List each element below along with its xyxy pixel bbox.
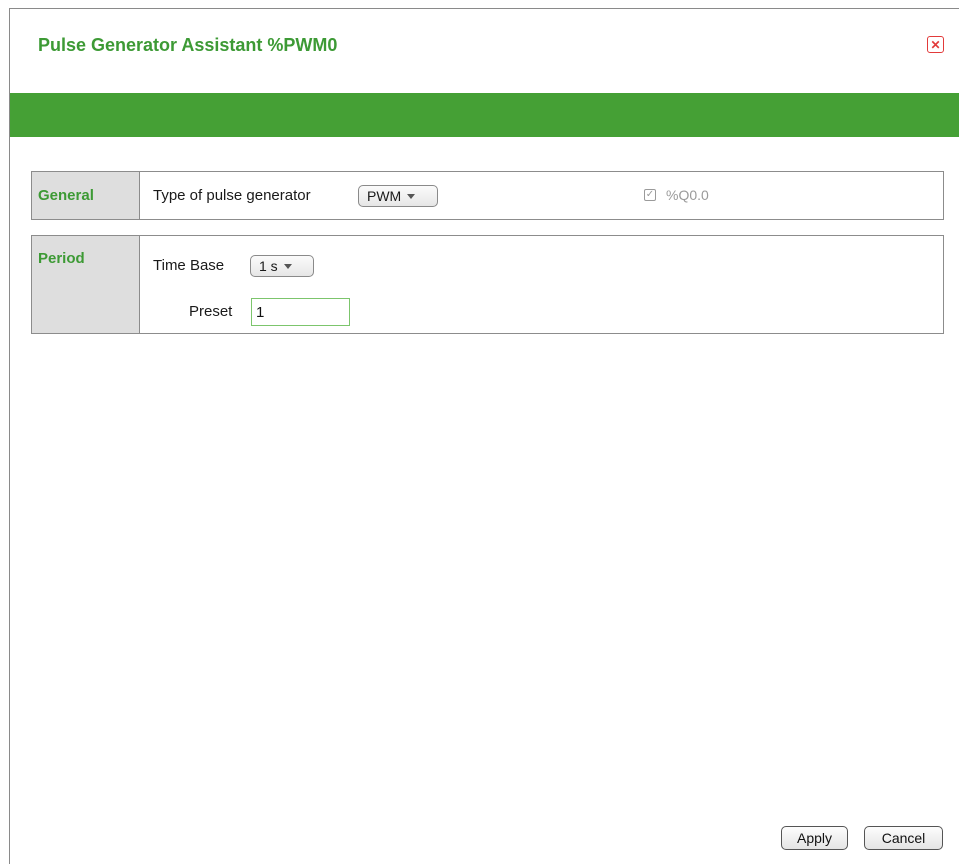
pulse-type-value: PWM (367, 188, 402, 204)
general-section-label: General (32, 172, 140, 219)
pulse-generator-dialog: Pulse Generator Assistant %PWM0 ✕ Genera… (9, 8, 959, 864)
header-bar (10, 93, 959, 137)
output-checkbox-group: ✓ %Q0.0 (644, 187, 709, 203)
preset-label: Preset (189, 303, 233, 320)
close-button[interactable]: ✕ (927, 36, 944, 53)
chevron-down-icon (407, 193, 416, 199)
preset-input[interactable] (251, 298, 350, 326)
output-checkbox[interactable]: ✓ (644, 189, 656, 201)
dialog-title: Pulse Generator Assistant %PWM0 (38, 35, 338, 55)
pulse-type-dropdown[interactable]: PWM (358, 185, 438, 207)
period-section-label: Period (32, 236, 140, 333)
cancel-button[interactable]: Cancel (864, 826, 943, 850)
chevron-down-icon (283, 263, 292, 269)
apply-button[interactable]: Apply (781, 826, 848, 850)
pulse-type-label: Type of pulse generator (153, 187, 311, 204)
period-section: Period Time Base 1 s Preset (31, 235, 944, 334)
general-section: General Type of pulse generator PWM ✓ %Q… (31, 171, 944, 220)
time-base-value: 1 s (259, 258, 278, 274)
time-base-label: Time Base (153, 257, 225, 274)
close-icon: ✕ (930, 37, 941, 52)
time-base-dropdown[interactable]: 1 s (250, 255, 314, 277)
output-label: %Q0.0 (666, 187, 709, 203)
